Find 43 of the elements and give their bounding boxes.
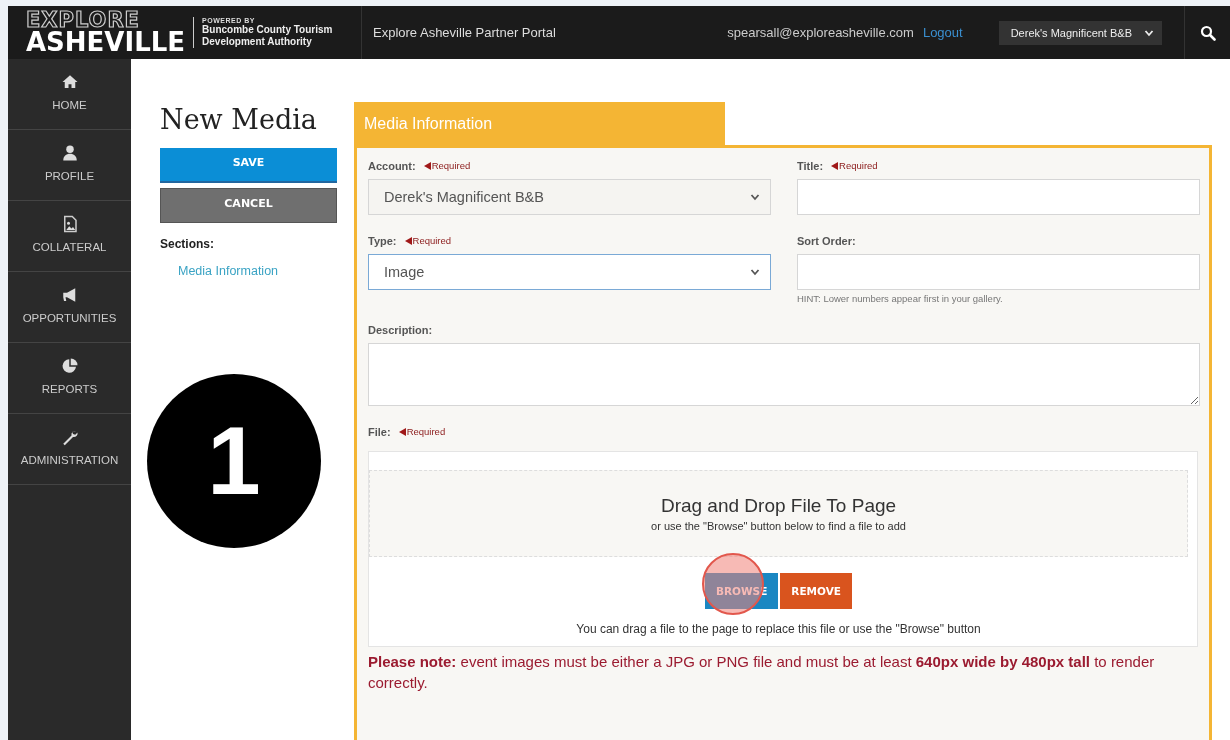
- field-hint: HINT: Lower numbers appear first in your gallery.: [797, 293, 1004, 304]
- pie-chart-icon: [60, 357, 79, 375]
- triangle-left-icon: [831, 161, 839, 170]
- drop-zone[interactable]: Drag and Drop File To Page or use the "Browse" button below to find a file to add: [369, 470, 1188, 557]
- required-note: Required: [839, 160, 878, 171]
- select-field[interactable]: Image: [368, 254, 771, 290]
- account-dropdown[interactable]: Derek's Magnificent B&B: [998, 20, 1162, 45]
- chevron-down-icon: [750, 192, 760, 202]
- text-input-field[interactable]: [797, 179, 1200, 215]
- drop-zone-instructions: or use the "Browse" button below to find a file to add: [651, 520, 906, 532]
- logout-link[interactable]: Logout: [922, 25, 963, 40]
- page-title: New Media: [160, 103, 318, 137]
- person-icon: [60, 144, 79, 162]
- sections-label: Sections:: [160, 237, 215, 251]
- drop-zone-title: Drag and Drop File To Page: [660, 495, 897, 517]
- home-icon: [60, 73, 79, 91]
- triangle-left-icon: [423, 161, 431, 170]
- field-label: File:: [368, 425, 391, 438]
- cancel-button[interactable]: CANCEL: [160, 188, 337, 223]
- portal-title: Explore Asheville Partner Portal: [373, 25, 557, 40]
- search-icon[interactable]: [1199, 24, 1216, 41]
- triangle-left-icon: [398, 427, 406, 436]
- step-number-badge: 1: [147, 374, 321, 548]
- required-note: Required: [406, 426, 446, 437]
- user-email: spearsall@exploreasheville.com: [727, 25, 914, 40]
- field-label: Title:: [797, 159, 824, 172]
- image-size-note: Please note: event images must be either a JPG or PNG file and must be at least 640px wide by 480px tall to render correctly.: [368, 652, 1156, 693]
- field-label: Description:: [368, 323, 433, 336]
- authority-name: Buncombe County Tourism: [202, 24, 333, 36]
- explore-asheville-logo: EXPLORE ASHEVILLE: [26, 8, 186, 57]
- authority-name: Development Authority: [202, 36, 313, 48]
- required-note: Required: [431, 160, 471, 171]
- field-label: Type:: [368, 234, 397, 247]
- description-textarea[interactable]: [368, 343, 1200, 406]
- save-button[interactable]: SAVE: [160, 148, 337, 183]
- triangle-left-icon: [404, 236, 412, 245]
- field-label: Account:: [368, 159, 416, 172]
- chevron-down-icon: [750, 267, 760, 277]
- text-input-field[interactable]: [797, 254, 1200, 290]
- field-label: Sort Order:: [797, 234, 856, 247]
- remove-button[interactable]: REMOVE: [780, 573, 852, 609]
- replace-file-note: You can drag a file to the page to replace this file or use the "Browse" button: [576, 622, 981, 636]
- required-note: Required: [412, 235, 452, 246]
